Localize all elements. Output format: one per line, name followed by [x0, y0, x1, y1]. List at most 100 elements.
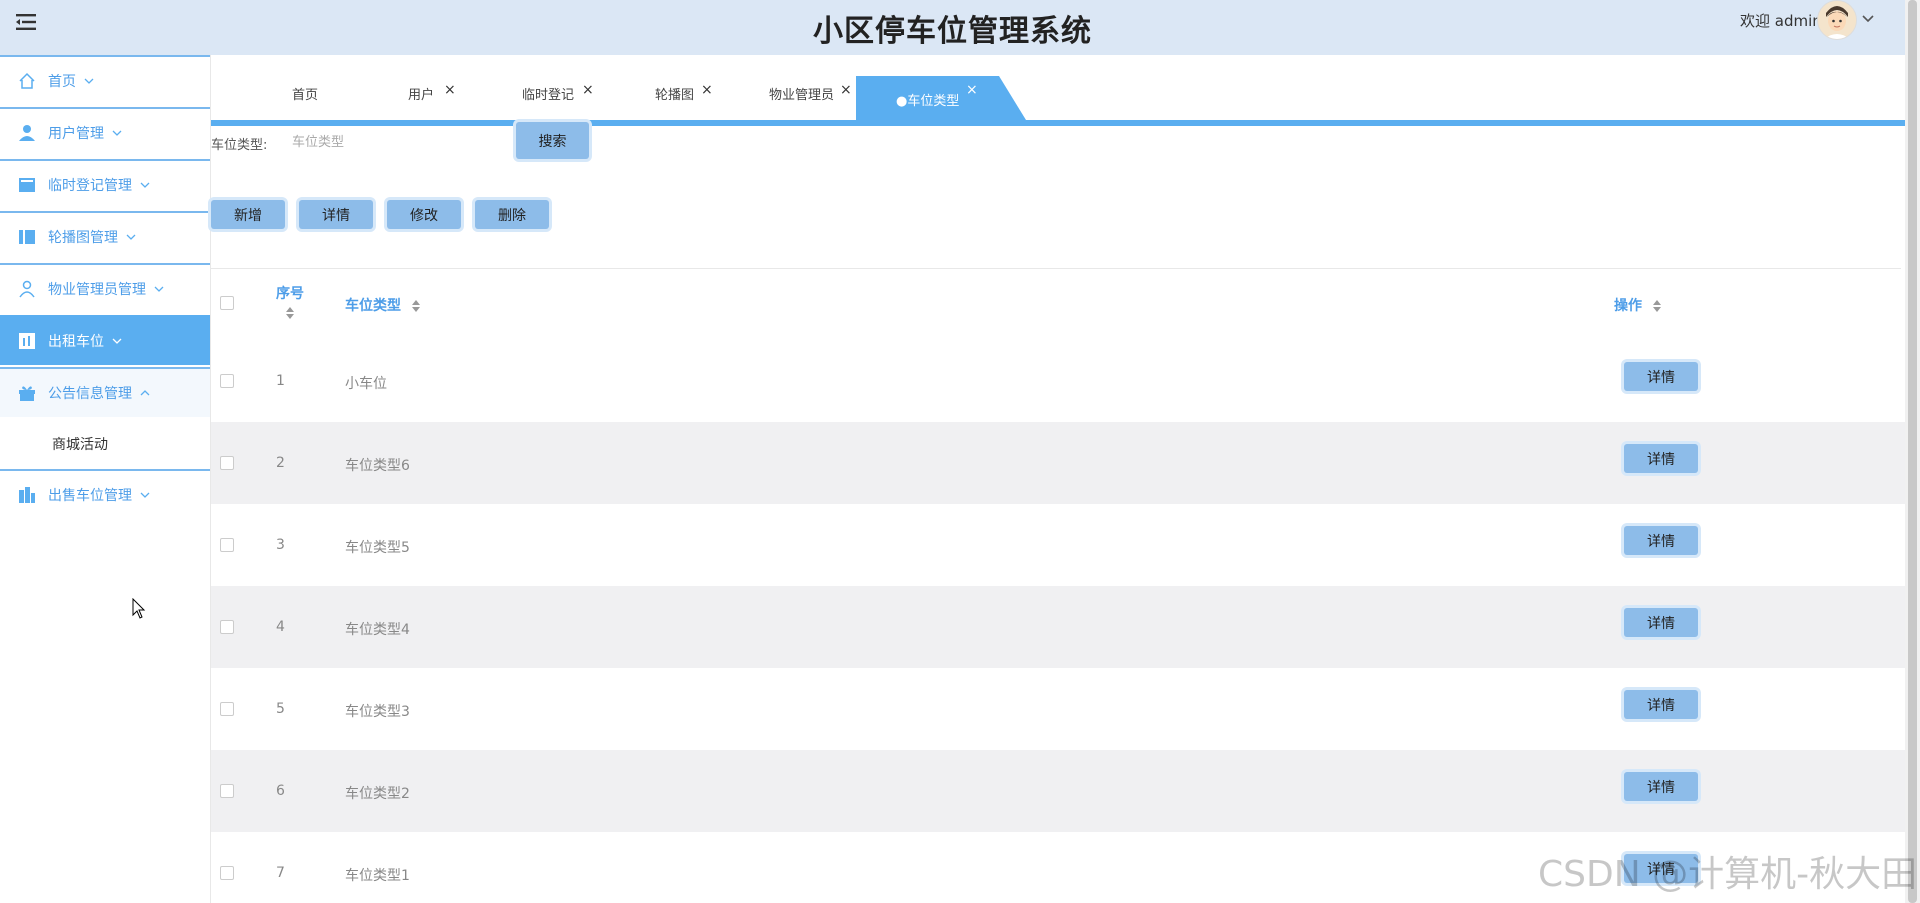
sidebar: 首页 用户管理 临时登记管理 轮播图管理 物业管理员管理 出租车位 公告信息管理… — [0, 55, 211, 903]
chevron-down-icon — [140, 182, 150, 188]
avatar-face-icon — [1818, 1, 1856, 39]
mouse-cursor-icon — [132, 598, 146, 619]
detail-button[interactable]: 详情 — [299, 200, 373, 229]
search-input[interactable] — [290, 128, 494, 156]
table-header: 序号 车位类型 操作 — [211, 275, 1905, 345]
row-checkbox[interactable] — [220, 374, 234, 388]
tab-label: 用户 — [408, 88, 435, 103]
select-all-checkbox[interactable] — [220, 296, 234, 310]
sidebar-subitem-mall-activity[interactable]: 商城活动 — [0, 419, 210, 469]
sidebar-item-label: 物业管理员管理 — [48, 282, 146, 298]
row-checkbox[interactable] — [220, 456, 234, 470]
chevron-down-icon[interactable] — [1862, 14, 1874, 24]
column-header-op[interactable]: 操作 — [1614, 295, 1661, 315]
tab-bar: 首页 用户 × 临时登记 × 轮播图 × 物业管理员 × ●车位类型 × — [211, 72, 1905, 126]
sidebar-item-rent-spaces[interactable]: 出租车位 — [0, 315, 210, 365]
scrollbar-thumb[interactable] — [1908, 0, 1917, 903]
sidebar-item-users[interactable]: 用户管理 — [0, 107, 210, 157]
chevron-up-icon — [140, 390, 150, 396]
search-button[interactable]: 搜索 — [516, 122, 589, 159]
tab-temp-register[interactable]: 临时登记 × — [522, 72, 594, 120]
sidebar-item-sell-spaces[interactable]: 出售车位管理 — [0, 469, 210, 519]
row-index: 5 — [276, 701, 285, 717]
tab-home[interactable]: 首页 — [292, 72, 318, 120]
add-button[interactable]: 新增 — [211, 200, 285, 229]
close-icon[interactable]: × — [444, 66, 456, 114]
sidebar-item-label: 首页 — [48, 74, 76, 90]
chevron-down-icon — [84, 78, 94, 84]
row-detail-button[interactable]: 详情 — [1624, 772, 1698, 801]
chart-icon — [19, 333, 35, 349]
column-label: 序号 — [276, 286, 304, 302]
sort-icon[interactable] — [286, 307, 294, 319]
row-detail-button[interactable]: 详情 — [1624, 690, 1698, 719]
column-header-type[interactable]: 车位类型 — [345, 295, 420, 315]
close-icon[interactable]: × — [582, 66, 594, 114]
table-row: 6 车位类型2 详情 — [211, 750, 1905, 832]
sidebar-item-label: 出租车位 — [48, 334, 104, 350]
welcome-text: 欢迎 admin — [1740, 12, 1822, 30]
tab-label: 轮播图 — [655, 88, 695, 103]
close-icon[interactable]: × — [966, 82, 978, 98]
row-type: 车位类型2 — [345, 786, 410, 802]
tab-users[interactable]: 用户 × — [408, 72, 456, 120]
row-checkbox[interactable] — [220, 620, 234, 634]
row-checkbox[interactable] — [220, 866, 234, 880]
row-checkbox[interactable] — [220, 702, 234, 716]
row-detail-button[interactable]: 详情 — [1624, 526, 1698, 555]
divider — [211, 268, 1901, 269]
table-row: 3 车位类型5 详情 — [211, 504, 1905, 586]
sidebar-item-property-admin[interactable]: 物业管理员管理 — [0, 263, 210, 313]
avatar[interactable] — [1817, 0, 1857, 40]
row-checkbox[interactable] — [220, 538, 234, 552]
edit-button[interactable]: 修改 — [387, 200, 461, 229]
tab-carousel[interactable]: 轮播图 × — [655, 72, 713, 120]
row-type: 车位类型1 — [345, 868, 410, 884]
chevron-down-icon — [140, 492, 150, 498]
chevron-down-icon — [112, 130, 122, 136]
table-row: 4 车位类型4 详情 — [211, 586, 1905, 668]
home-icon — [19, 72, 35, 89]
person-icon — [19, 280, 35, 298]
tab-label: 车位类型 — [907, 94, 960, 109]
sidebar-item-announcements[interactable]: 公告信息管理 — [0, 367, 210, 417]
table-row: 2 车位类型6 详情 — [211, 422, 1905, 504]
row-type: 车位类型5 — [345, 540, 410, 556]
chevron-down-icon — [126, 234, 136, 240]
row-index: 6 — [276, 783, 285, 799]
app-title: 小区停车位管理系统 — [813, 14, 1092, 49]
delete-button[interactable]: 删除 — [475, 200, 549, 229]
close-icon[interactable]: × — [701, 66, 713, 114]
column-label: 操作 — [1614, 298, 1642, 314]
column-header-index[interactable]: 序号 — [275, 283, 305, 319]
row-checkbox[interactable] — [220, 784, 234, 798]
sort-icon[interactable] — [411, 300, 420, 312]
table-row: 1 小车位 详情 — [211, 340, 1905, 422]
user-icon — [19, 125, 35, 141]
row-index: 3 — [276, 537, 285, 553]
row-type: 车位类型3 — [345, 704, 410, 720]
tab-property-admin[interactable]: 物业管理员 × — [769, 72, 852, 120]
row-type: 车位类型4 — [345, 622, 410, 638]
tab-label: 物业管理员 — [769, 88, 835, 103]
search-label: 车位类型: — [211, 138, 268, 153]
tab-label: 临时登记 — [522, 88, 575, 103]
active-dot-icon: ● — [896, 94, 908, 109]
sidebar-item-label: 出售车位管理 — [48, 488, 132, 504]
sidebar-item-home[interactable]: 首页 — [0, 55, 210, 105]
sidebar-item-label: 轮播图管理 — [48, 230, 118, 246]
row-type: 小车位 — [345, 376, 387, 392]
row-detail-button[interactable]: 详情 — [1624, 608, 1698, 637]
row-detail-button[interactable]: 详情 — [1624, 444, 1698, 473]
row-detail-button[interactable]: 详情 — [1624, 362, 1698, 391]
book-icon — [19, 178, 35, 192]
watermark: CSDN @计算机-秋大田 — [1538, 854, 1918, 895]
tab-space-type[interactable]: ●车位类型 × — [856, 76, 1026, 120]
sort-icon[interactable] — [1652, 300, 1661, 312]
sidebar-item-carousel[interactable]: 轮播图管理 — [0, 211, 210, 261]
row-type: 车位类型6 — [345, 458, 410, 474]
sidebar-item-label: 临时登记管理 — [48, 178, 132, 194]
close-icon[interactable]: × — [840, 66, 852, 114]
sidebar-item-temp-register[interactable]: 临时登记管理 — [0, 159, 210, 209]
row-index: 2 — [276, 455, 285, 471]
